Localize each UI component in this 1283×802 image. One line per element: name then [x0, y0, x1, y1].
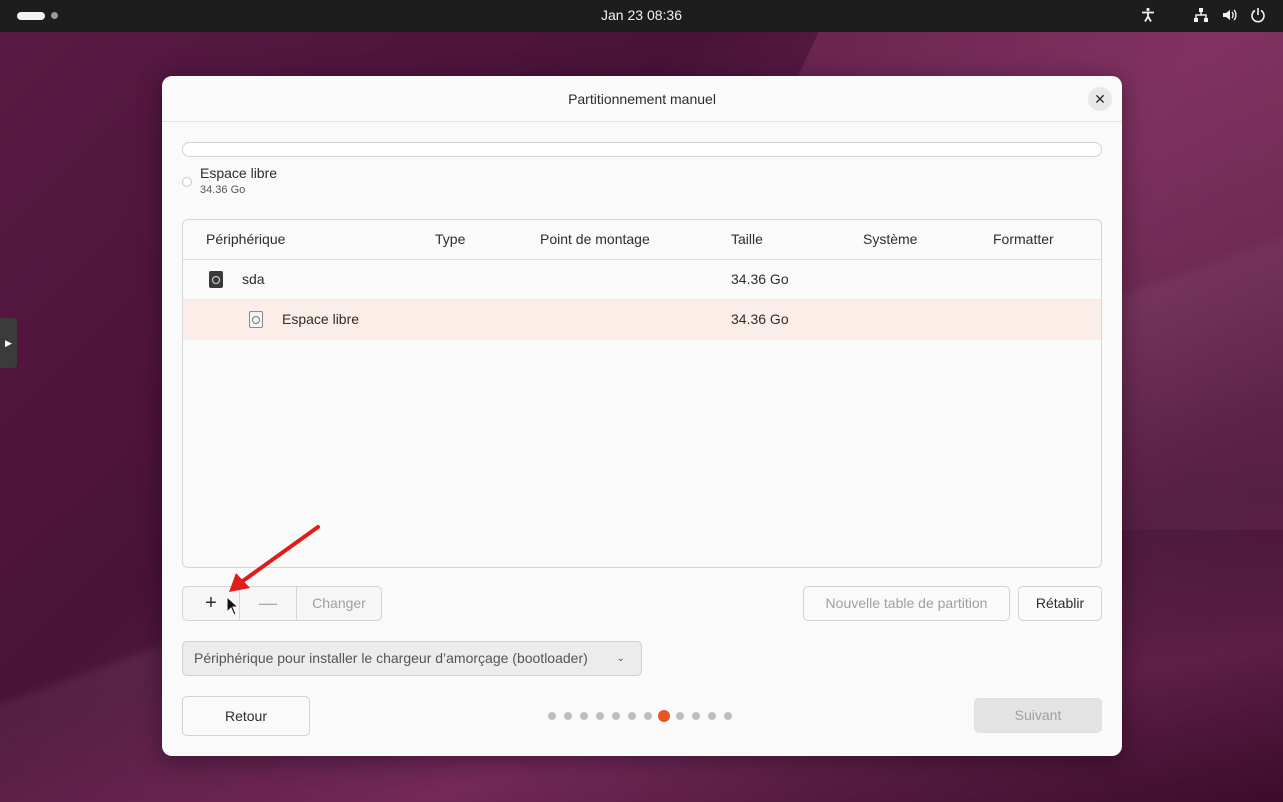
partition-size: 34.36 Go — [731, 311, 789, 327]
table-row-selected[interactable]: Espace libre 34.36 Go — [183, 300, 1101, 340]
remove-partition-button[interactable]: — — [239, 587, 296, 620]
partition-table: Périphérique Type Point de montage Taill… — [182, 219, 1102, 568]
legend-swatch — [182, 177, 192, 187]
accessibility-icon[interactable] — [1140, 7, 1156, 27]
next-button[interactable]: Suivant — [974, 698, 1102, 733]
disk-icon — [209, 271, 223, 288]
add-partition-button[interactable]: + — [183, 587, 239, 620]
column-header-device[interactable]: Périphérique — [206, 231, 285, 247]
play-arrow-icon: ▶ — [5, 337, 12, 348]
column-header-type[interactable]: Type — [435, 231, 465, 247]
power-icon[interactable] — [1250, 7, 1266, 27]
bootloader-label: Périphérique pour installer le chargeur … — [194, 650, 588, 666]
column-header-size[interactable]: Taille — [731, 231, 763, 247]
step-dot — [644, 712, 652, 720]
step-dot — [708, 712, 716, 720]
bootloader-device-select[interactable]: Périphérique pour installer le chargeur … — [182, 641, 642, 676]
legend-size: 34.36 Go — [200, 184, 246, 196]
chevron-down-icon: ⌄ — [616, 653, 625, 664]
dialog-title: Partitionnement manuel — [162, 76, 1122, 122]
partition-actions: + — Changer — [182, 586, 382, 621]
side-panel-toggle[interactable]: ▶ — [0, 318, 17, 368]
new-partition-table-button[interactable]: Nouvelle table de partition — [803, 586, 1010, 621]
partition-name: Espace libre — [282, 311, 360, 327]
device-name: sda — [242, 271, 265, 287]
table-header: Périphérique Type Point de montage Taill… — [183, 220, 1101, 260]
disk-usage-bar — [182, 142, 1102, 157]
step-dot — [628, 712, 636, 720]
step-dot — [676, 712, 684, 720]
manual-partitioning-dialog: Partitionnement manuel ✕ Espace libre 34… — [162, 76, 1122, 756]
step-dot — [548, 712, 556, 720]
back-button[interactable]: Retour — [182, 696, 310, 736]
network-icon[interactable] — [1193, 7, 1209, 27]
step-dot — [612, 712, 620, 720]
device-size: 34.36 Go — [731, 271, 789, 287]
volume-icon[interactable] — [1222, 7, 1238, 27]
step-dot — [580, 712, 588, 720]
step-dot — [724, 712, 732, 720]
legend-label: Espace libre — [200, 165, 278, 181]
close-icon: ✕ — [1094, 91, 1106, 107]
partition-icon — [249, 311, 263, 328]
column-header-mount-point[interactable]: Point de montage — [540, 231, 650, 247]
step-dot — [692, 712, 700, 720]
column-header-format[interactable]: Formatter — [993, 231, 1054, 247]
step-dot-current — [658, 710, 670, 722]
column-header-system[interactable]: Système — [863, 231, 917, 247]
change-partition-button[interactable]: Changer — [296, 587, 381, 620]
clock[interactable]: Jan 23 08:36 — [0, 7, 1283, 23]
top-bar: Jan 23 08:36 — [0, 0, 1283, 32]
table-row[interactable]: sda 34.36 Go — [183, 260, 1101, 300]
close-button[interactable]: ✕ — [1088, 87, 1112, 111]
step-dot — [564, 712, 572, 720]
reset-button[interactable]: Rétablir — [1018, 586, 1102, 621]
step-dot — [596, 712, 604, 720]
